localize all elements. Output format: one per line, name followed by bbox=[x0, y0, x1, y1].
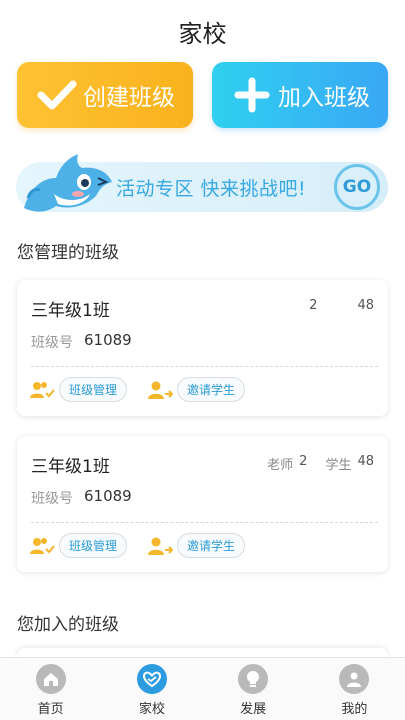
student-count: 48 bbox=[357, 454, 374, 469]
student-count: 48 bbox=[357, 298, 374, 313]
invite-student-icon bbox=[147, 535, 174, 557]
tab-label: 家校 bbox=[138, 702, 165, 717]
tab-label: 发展 bbox=[240, 702, 267, 717]
teacher-label: 老师 bbox=[267, 458, 294, 473]
student-label: 学生 bbox=[325, 458, 352, 473]
go-button[interactable]: GO bbox=[334, 164, 380, 210]
tab-home[interactable]: 首页 bbox=[0, 658, 101, 720]
class-stats: 老师 2 学生 48 bbox=[267, 454, 374, 473]
bottom-tab-bar: 首页 家校 发展 我的 bbox=[0, 657, 405, 720]
class-card[interactable]: 三年级1班 老师 2 学生 48 班级号 61089 班级管理 邀请学生 bbox=[17, 436, 388, 572]
class-id-label: 班级号 bbox=[31, 491, 73, 507]
tab-mine[interactable]: 我的 bbox=[304, 658, 405, 720]
join-class-button[interactable]: 加入班级 bbox=[212, 62, 388, 128]
checkmark-icon bbox=[35, 73, 79, 117]
divider bbox=[31, 366, 378, 367]
class-id: 61089 bbox=[84, 487, 132, 505]
class-id: 61089 bbox=[84, 331, 132, 349]
create-class-button[interactable]: 创建班级 bbox=[17, 62, 193, 128]
class-name: 三年级1班 bbox=[31, 301, 110, 321]
plus-icon bbox=[230, 73, 274, 117]
page-title: 家校 bbox=[178, 20, 227, 48]
invite-student-icon bbox=[147, 379, 174, 401]
dolphin-mascot-icon bbox=[20, 148, 120, 214]
join-class-label: 加入班级 bbox=[278, 85, 370, 111]
joined-classes-title: 您加入的班级 bbox=[17, 615, 119, 635]
tab-development[interactable]: 发展 bbox=[203, 658, 304, 720]
managed-classes-title: 您管理的班级 bbox=[17, 243, 119, 263]
class-id-label: 班级号 bbox=[31, 335, 73, 351]
class-card[interactable]: 三年级1班 2 48 班级号 61089 班级管理 邀请学生 bbox=[17, 280, 388, 416]
invite-student-button[interactable]: 邀请学生 bbox=[177, 533, 246, 558]
lightbulb-icon bbox=[238, 664, 269, 694]
class-manage-button[interactable]: 班级管理 bbox=[59, 533, 128, 558]
create-class-label: 创建班级 bbox=[83, 85, 175, 111]
banner-text: 活动专区 快来挑战吧! bbox=[116, 178, 307, 200]
class-name: 三年级1班 bbox=[31, 457, 110, 477]
teacher-count: 2 bbox=[309, 298, 318, 313]
tab-label: 我的 bbox=[341, 702, 368, 717]
invite-student-button[interactable]: 邀请学生 bbox=[177, 377, 246, 402]
teacher-count: 2 bbox=[299, 454, 308, 469]
activity-banner[interactable]: 活动专区 快来挑战吧! GO bbox=[16, 150, 388, 220]
class-manage-button[interactable]: 班级管理 bbox=[59, 377, 128, 402]
tab-label: 首页 bbox=[37, 702, 64, 717]
tab-home-school[interactable]: 家校 bbox=[101, 658, 202, 720]
class-stats: 2 48 bbox=[303, 298, 374, 313]
group-manage-icon bbox=[29, 379, 55, 401]
divider bbox=[31, 522, 378, 523]
home-icon bbox=[35, 664, 66, 694]
user-icon bbox=[339, 664, 370, 694]
handshake-heart-icon bbox=[136, 664, 167, 694]
group-manage-icon bbox=[29, 535, 55, 557]
